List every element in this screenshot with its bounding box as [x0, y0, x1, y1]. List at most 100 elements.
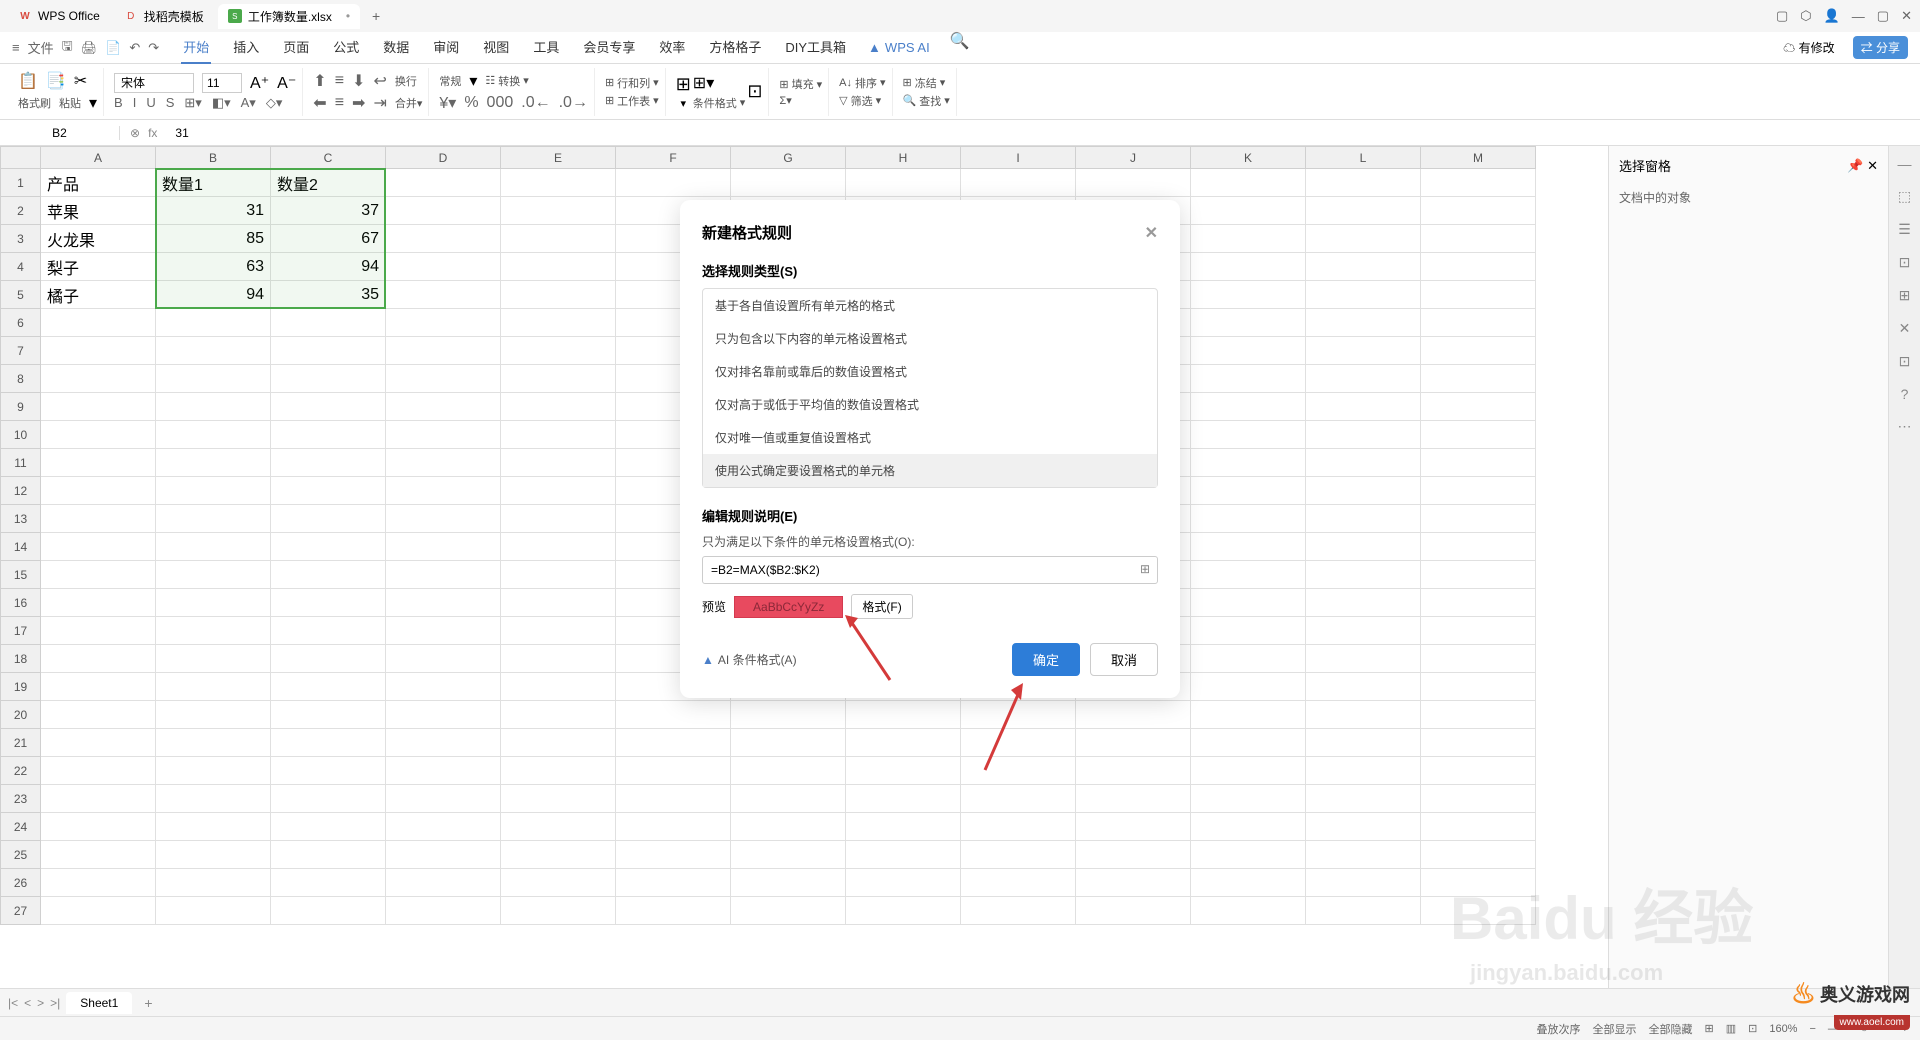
cancel-formula-icon[interactable]: ⊗ — [130, 126, 140, 140]
cell[interactable] — [1191, 589, 1306, 617]
align-top-icon[interactable]: ⬆ — [313, 71, 326, 91]
cell[interactable] — [1306, 421, 1421, 449]
italic-icon[interactable]: I — [133, 95, 137, 110]
cell[interactable] — [386, 393, 501, 421]
paste-button[interactable]: 粘贴 — [59, 95, 81, 111]
cell[interactable] — [501, 897, 616, 925]
cell[interactable] — [846, 869, 961, 897]
cell[interactable] — [1421, 421, 1536, 449]
col-header[interactable]: H — [846, 147, 961, 169]
row-header[interactable]: 6 — [1, 309, 41, 337]
col-header[interactable]: E — [501, 147, 616, 169]
cell[interactable] — [501, 197, 616, 225]
save-icon[interactable]: 🖫 — [62, 37, 73, 59]
row-header[interactable]: 20 — [1, 701, 41, 729]
cell[interactable] — [271, 785, 386, 813]
find-button[interactable]: 🔍 查找▾ — [903, 93, 950, 109]
freeze-button[interactable]: ⊞ 冻结▾ — [903, 75, 950, 91]
cell[interactable] — [846, 785, 961, 813]
cell[interactable] — [1421, 225, 1536, 253]
cell[interactable] — [271, 421, 386, 449]
cell[interactable] — [501, 477, 616, 505]
cell[interactable] — [1076, 757, 1191, 785]
copy-icon[interactable]: 📑 — [46, 71, 66, 91]
format-button[interactable]: 格式(F) — [851, 594, 912, 619]
tab-template[interactable]: D 找稻壳模板 — [114, 4, 214, 29]
cell[interactable] — [731, 897, 846, 925]
table-style-icon[interactable]: ⊞ — [676, 74, 691, 95]
cell[interactable] — [501, 561, 616, 589]
tab-wps-office[interactable]: W WPS Office — [8, 5, 110, 27]
cell[interactable] — [501, 869, 616, 897]
cell[interactable] — [1191, 757, 1306, 785]
cell[interactable] — [1191, 197, 1306, 225]
cell[interactable]: 94 — [271, 253, 386, 281]
font-select[interactable] — [114, 73, 194, 93]
cell[interactable] — [41, 561, 156, 589]
cell[interactable] — [41, 841, 156, 869]
cell[interactable] — [156, 561, 271, 589]
undo-icon[interactable]: ↶ — [129, 40, 140, 56]
cell[interactable] — [1306, 449, 1421, 477]
cell[interactable] — [1076, 813, 1191, 841]
cell[interactable] — [731, 701, 846, 729]
number-format[interactable]: 常规 — [439, 73, 461, 89]
cell[interactable] — [731, 729, 846, 757]
cell[interactable] — [961, 813, 1076, 841]
cell[interactable] — [616, 813, 731, 841]
cell[interactable] — [1421, 589, 1536, 617]
row-header[interactable]: 2 — [1, 197, 41, 225]
cell[interactable] — [1306, 757, 1421, 785]
cell[interactable] — [501, 505, 616, 533]
pin-icon[interactable]: 📌 — [1847, 158, 1863, 173]
cell[interactable] — [1306, 589, 1421, 617]
cell[interactable] — [1191, 813, 1306, 841]
cell[interactable] — [271, 337, 386, 365]
cell[interactable] — [616, 729, 731, 757]
cell[interactable] — [386, 897, 501, 925]
col-header[interactable]: M — [1421, 147, 1536, 169]
cell[interactable] — [271, 701, 386, 729]
cell[interactable] — [1191, 169, 1306, 197]
cell[interactable] — [1421, 617, 1536, 645]
sort-button[interactable]: A↓ 排序▾ — [839, 75, 885, 91]
rule-item-1[interactable]: 只为包含以下内容的单元格设置格式 — [703, 322, 1157, 355]
cell-style-icon[interactable]: ▾ — [680, 97, 686, 110]
cell[interactable] — [41, 505, 156, 533]
cell[interactable] — [616, 169, 731, 197]
row-header[interactable]: 10 — [1, 421, 41, 449]
cell[interactable]: 火龙果 — [41, 225, 156, 253]
cell[interactable] — [271, 869, 386, 897]
cell[interactable] — [501, 757, 616, 785]
row-header[interactable]: 15 — [1, 561, 41, 589]
cell[interactable]: 橘子 — [41, 281, 156, 309]
col-header[interactable]: C — [271, 147, 386, 169]
cell[interactable] — [386, 561, 501, 589]
cell[interactable] — [1306, 533, 1421, 561]
row-header[interactable]: 16 — [1, 589, 41, 617]
sheet-next-icon[interactable]: > — [37, 996, 44, 1010]
cell[interactable] — [156, 869, 271, 897]
cell[interactable] — [501, 365, 616, 393]
cell[interactable] — [386, 533, 501, 561]
cell[interactable] — [1191, 645, 1306, 673]
currency-icon[interactable]: ¥▾ — [439, 93, 456, 113]
cell[interactable] — [1306, 897, 1421, 925]
cell[interactable] — [386, 701, 501, 729]
cell[interactable] — [1191, 729, 1306, 757]
row-header[interactable]: 18 — [1, 645, 41, 673]
cell[interactable] — [156, 785, 271, 813]
wps-ai[interactable]: ▲WPS AI — [868, 31, 930, 64]
cell[interactable] — [271, 673, 386, 701]
cell[interactable] — [731, 841, 846, 869]
collapse-icon[interactable]: — — [1898, 156, 1912, 172]
close-icon[interactable]: ✕ — [1901, 8, 1912, 24]
cell[interactable] — [501, 169, 616, 197]
tab-member[interactable]: 会员专享 — [581, 31, 637, 64]
cell[interactable] — [271, 561, 386, 589]
cell[interactable] — [1421, 701, 1536, 729]
tab-home[interactable]: 开始 — [181, 31, 211, 64]
cell[interactable] — [846, 897, 961, 925]
font-color-icon[interactable]: A▾ — [241, 95, 256, 111]
cell[interactable] — [1306, 673, 1421, 701]
